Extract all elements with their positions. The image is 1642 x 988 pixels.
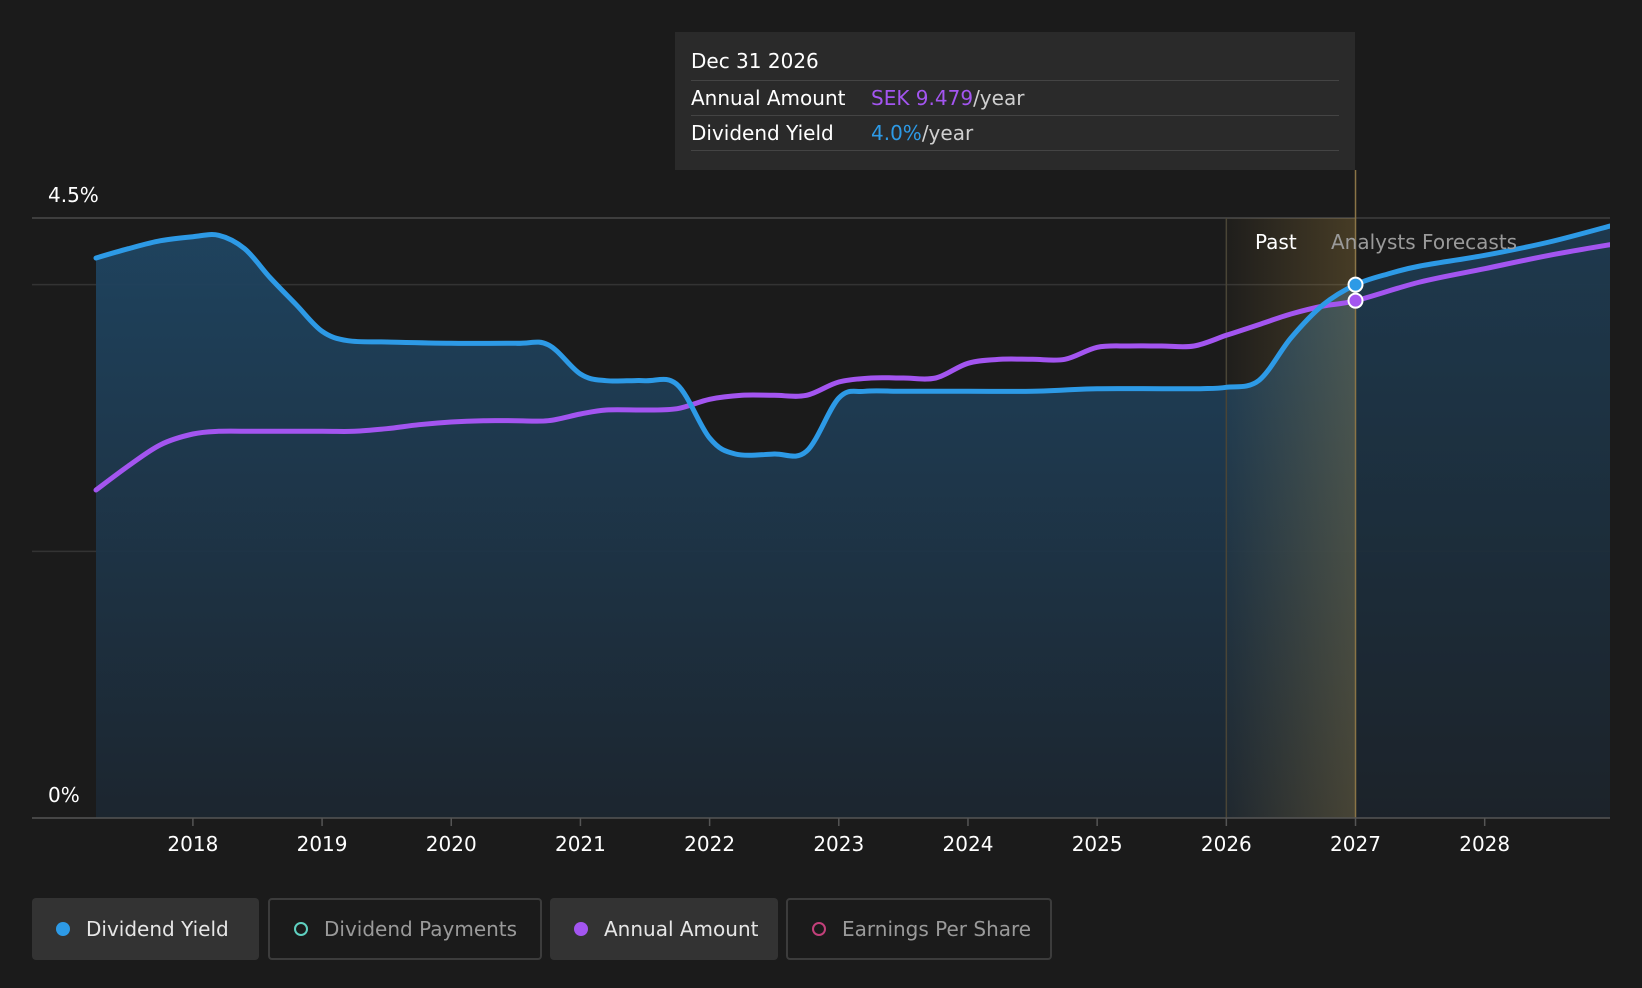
filled-dot-icon (56, 922, 70, 936)
forecast-shade (1355, 208, 1610, 818)
y-tick-label: 4.5% (48, 183, 99, 207)
tooltip-yield-row: Dividend Yield 4.0% /year (691, 116, 1339, 151)
x-tick-label: 2024 (943, 832, 994, 856)
y-tick-label: 0% (48, 783, 80, 807)
legend-dividend-payments-label: Dividend Payments (324, 917, 518, 941)
hollow-dot-icon (812, 922, 826, 936)
tooltip-yield-unit: /year (921, 121, 974, 145)
filled-dot-icon (574, 922, 588, 936)
past-region (1226, 218, 1356, 818)
x-tick-label: 2018 (167, 832, 218, 856)
legend-annual-amount[interactable]: Annual Amount (550, 898, 778, 960)
tooltip-annual-unit: /year (973, 86, 1025, 110)
legend-earnings-per-share-label: Earnings Per Share (842, 917, 1032, 941)
past-label: Past (1255, 230, 1297, 254)
legend-earnings-per-share[interactable]: Earnings Per Share (786, 898, 1052, 960)
x-tick-label: 2021 (555, 832, 606, 856)
tooltip-annual-row: Annual Amount SEK 9.479 /year (691, 81, 1339, 116)
tooltip-date: Dec 31 2026 (691, 46, 1339, 81)
area-fills (96, 208, 1610, 818)
x-tick-label: 2025 (1072, 832, 1123, 856)
x-tick-label: 2028 (1459, 832, 1510, 856)
legend-annual-amount-label: Annual Amount (604, 917, 759, 941)
x-axis: 2018 2019 2020 2021 2022 2023 2024 2025 2026 2027… (32, 817, 1610, 856)
x-tick-label: 2027 (1330, 832, 1381, 856)
tooltip-yield-value: 4.0% (871, 121, 922, 145)
legend-dividend-yield-label: Dividend Yield (86, 917, 229, 941)
x-tick-label: 2022 (684, 832, 735, 856)
y-axis-labels: 4.5% 0% (48, 183, 99, 807)
legend-dividend-yield[interactable]: Dividend Yield (32, 898, 259, 960)
x-tick-label: 2026 (1201, 832, 1252, 856)
hollow-dot-icon (294, 922, 308, 936)
tooltip-yield-label: Dividend Yield (691, 121, 834, 145)
tooltip-annual-label: Annual Amount (691, 86, 846, 110)
dividend-yield-marker (1347, 276, 1364, 293)
past-forecast-region (1225, 170, 1357, 818)
x-tick-label: 2023 (813, 832, 864, 856)
x-tick-label: 2020 (426, 832, 477, 856)
tooltip: Dec 31 2026 Annual Amount SEK 9.479 /yea… (675, 32, 1355, 170)
forecast-label: Analysts Forecasts (1331, 230, 1517, 254)
annual-amount-marker (1347, 292, 1364, 309)
x-tick-label: 2019 (297, 832, 348, 856)
tooltip-annual-value: SEK 9.479 (871, 86, 974, 110)
legend-dividend-payments[interactable]: Dividend Payments (268, 898, 542, 960)
